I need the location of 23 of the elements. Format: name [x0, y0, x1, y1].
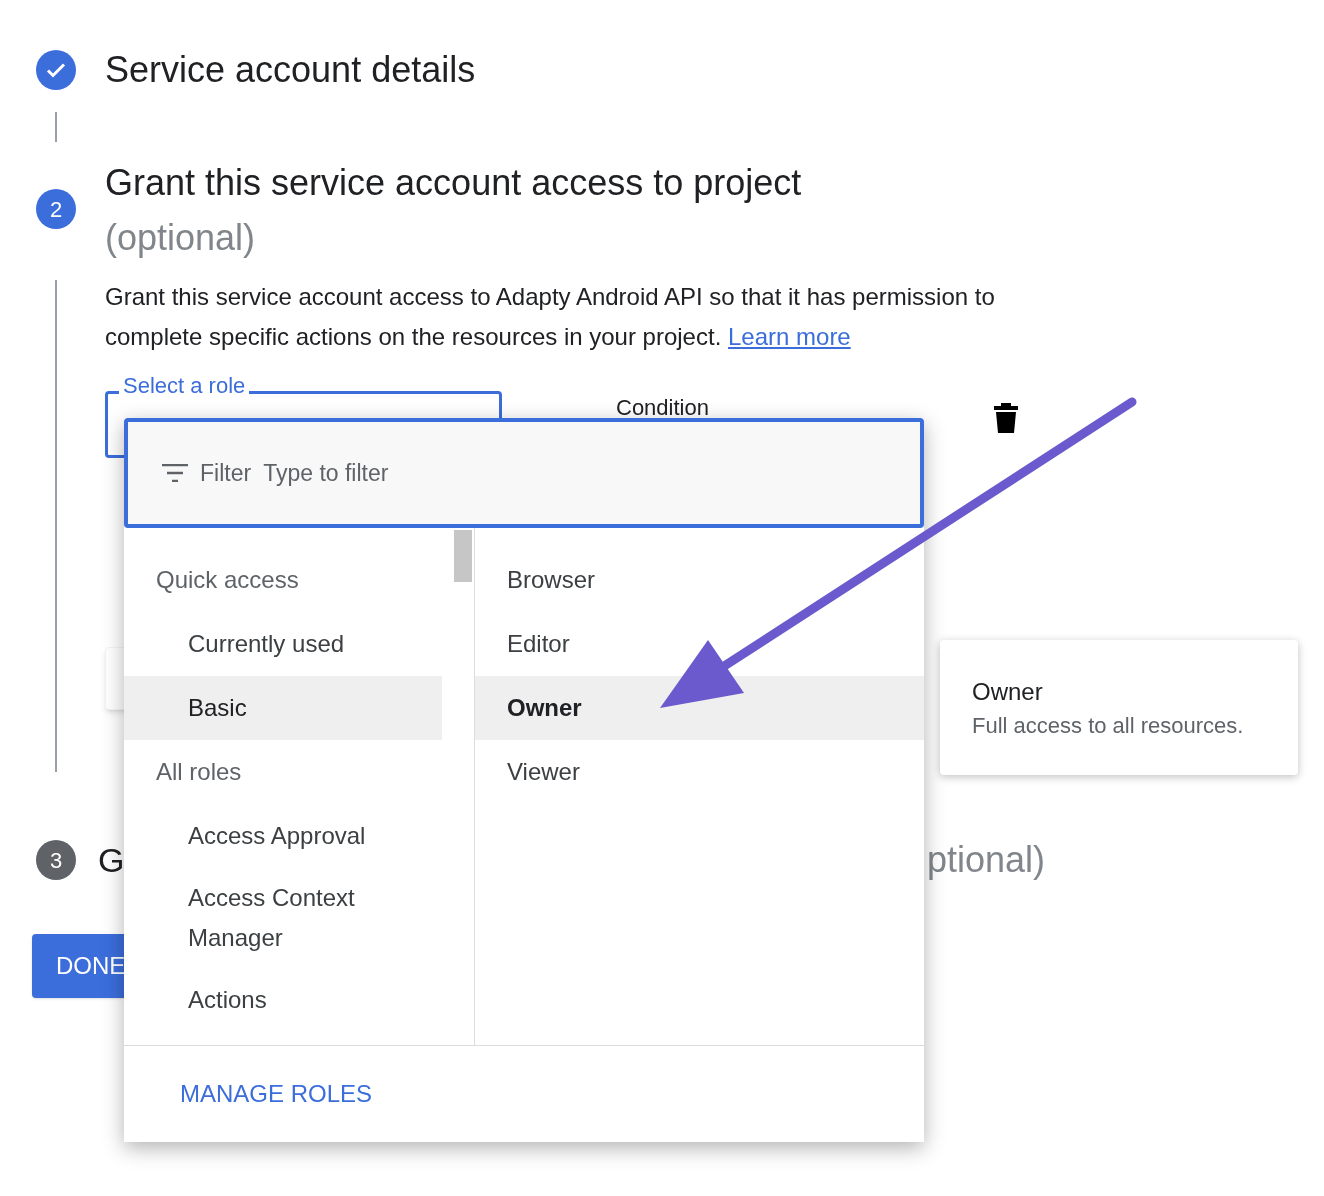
filter-label: Filter — [200, 458, 252, 488]
role-item[interactable]: Owner — [475, 676, 924, 740]
step-title: G — [98, 840, 125, 881]
scrollbar[interactable] — [454, 530, 472, 582]
filter-placeholder: Type to filter — [263, 458, 389, 488]
completed-step-icon — [36, 50, 76, 90]
tooltip-description: Full access to all resources. — [972, 712, 1244, 740]
category-header: Quick access — [155, 565, 299, 595]
learn-more-link[interactable]: Learn more — [728, 323, 851, 350]
tooltip-title: Owner — [972, 677, 1043, 707]
filter-field[interactable]: Filter Type to filter — [124, 418, 924, 528]
manage-roles-button[interactable]: MANAGE ROLES — [180, 1076, 373, 1112]
filter-icon — [162, 464, 188, 482]
step-title: Grant this service account access to project — [105, 161, 803, 205]
optional-note: (optional) — [105, 216, 256, 260]
step-description: Grant this service account access to Adapty Android API so that it has permission to complete specific actions on the resources in your project. Learn more — [105, 282, 996, 352]
optional-note: ptional) — [926, 838, 1045, 882]
step-number: 3 — [36, 840, 76, 880]
delete-icon[interactable] — [993, 403, 1018, 433]
category-header: All roles — [155, 757, 242, 787]
category-item[interactable]: Basic — [124, 676, 442, 740]
step-number: 2 — [36, 189, 76, 229]
step-title: Service account details — [105, 50, 476, 90]
